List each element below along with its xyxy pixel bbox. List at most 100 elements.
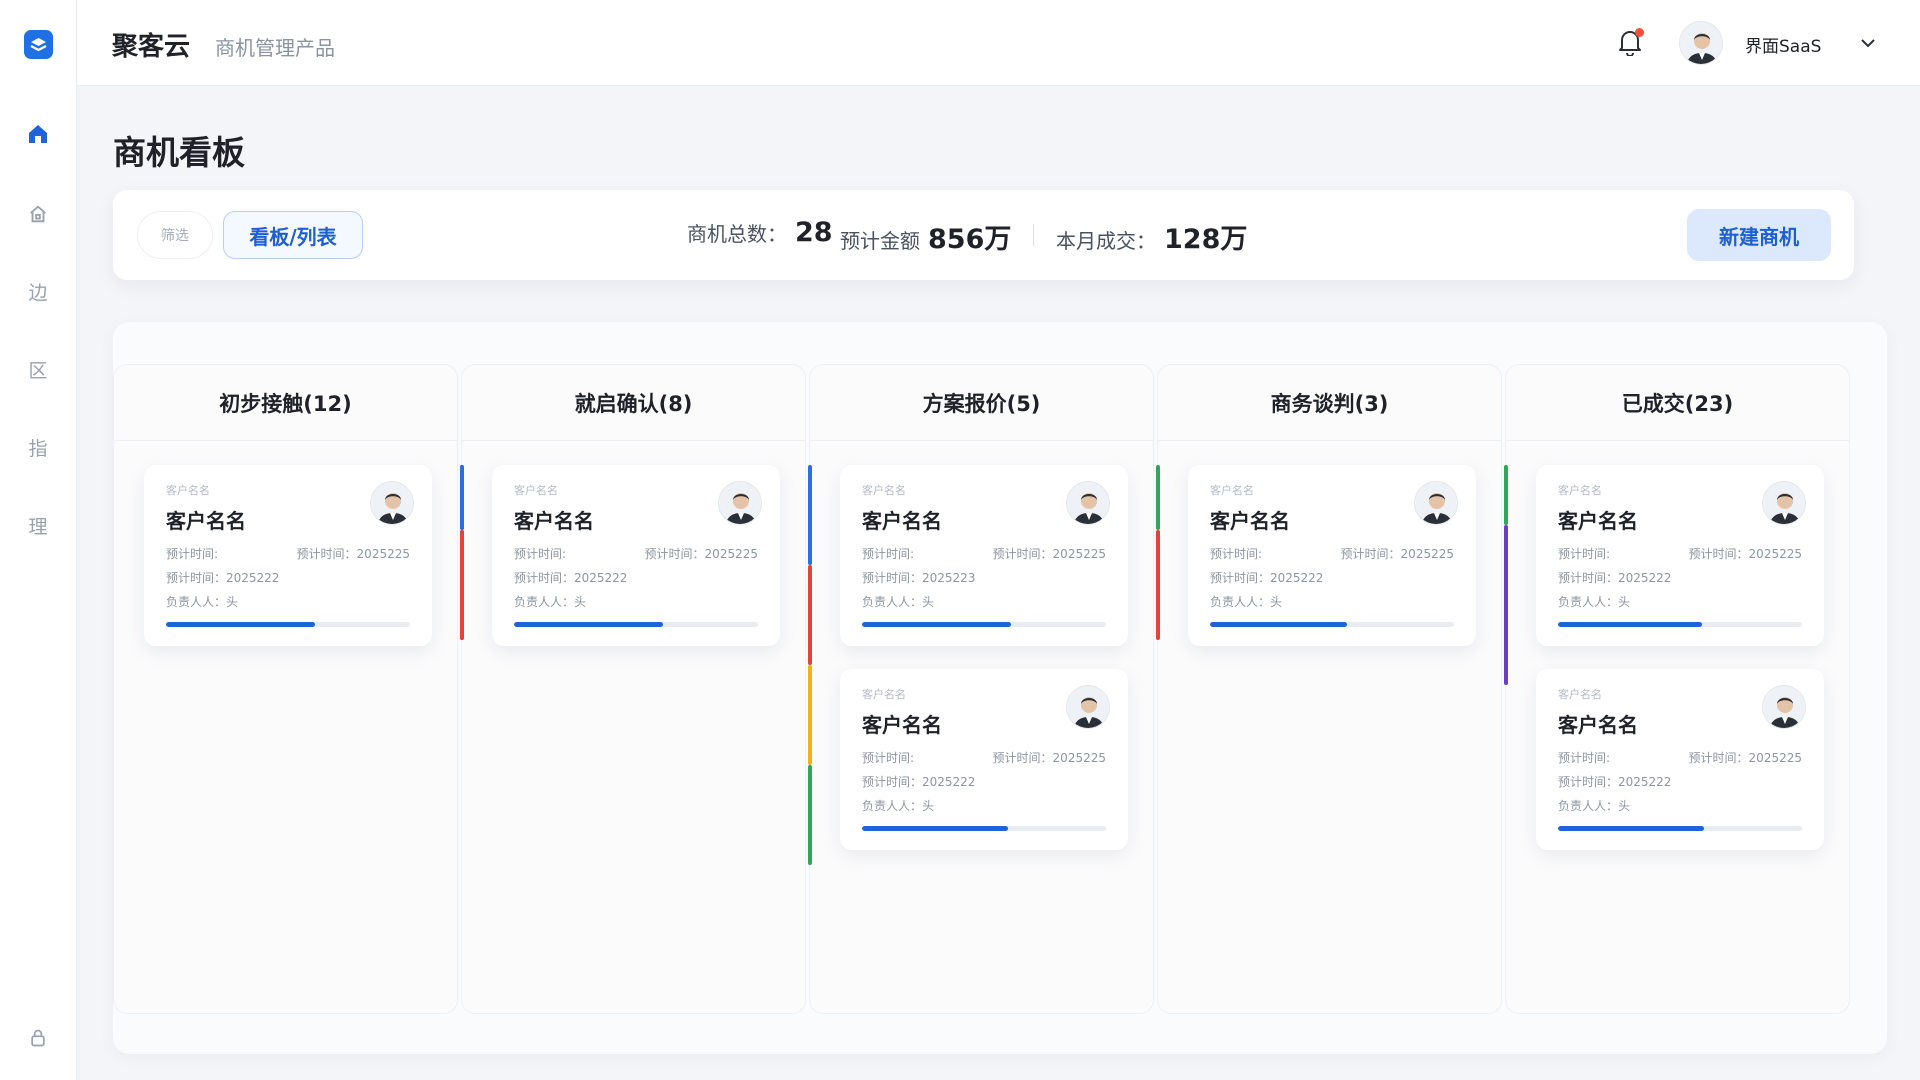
customer-name: 客户名名 — [1210, 509, 1290, 533]
home-icon[interactable] — [22, 118, 54, 150]
nav-guide-icon[interactable]: 指 — [22, 431, 54, 463]
card-date: 预计时间：2025222 — [1210, 571, 1324, 585]
brand-name: 聚客云 — [112, 32, 191, 62]
card-tag: 客户名名 — [514, 484, 558, 497]
stat-monthly-label: 本月成交： — [1056, 229, 1156, 253]
notification-bell-icon[interactable] — [1617, 28, 1647, 58]
kanban-column: 商务谈判(3) 客户名名 客户名名 预计时间: 预计时间：2025225 预计时间：202… — [1156, 364, 1502, 1014]
card-time-label: 预计时间: — [862, 751, 915, 765]
stage-rail-segment — [808, 665, 812, 765]
progress-fill — [514, 622, 663, 627]
nav-manage-icon[interactable]: 理 — [22, 509, 54, 541]
stage-rail-segment — [1504, 465, 1508, 525]
opportunity-card[interactable]: 客户名名 客户名名 预计时间: 预计时间：2025225 预计时间：2025222 负责人… — [1188, 465, 1476, 646]
card-owner: 负责人人：头 — [514, 595, 587, 609]
user-avatar[interactable] — [1679, 21, 1723, 65]
stage-rail-segment — [808, 565, 812, 665]
progress-fill — [862, 826, 1009, 831]
kanban-column: 初步接触(12) 客户名名 客户名名 预计时间: 预计时间：2025225 预计时间：20… — [113, 364, 458, 1014]
opportunity-card[interactable]: 客户名名 客户名名 预计时间: 预计时间：2025225 预计时间：2025222 负责人… — [144, 465, 432, 646]
stage-rail-segment — [460, 465, 464, 530]
card-time-label: 预计时间: — [1210, 547, 1263, 561]
customer-name: 客户名名 — [862, 509, 942, 533]
card-time-label: 预计时间: — [514, 547, 567, 561]
card-tag: 客户名名 — [166, 484, 210, 497]
column-title: 已成交(23) — [1506, 365, 1849, 441]
customer-name: 客户名名 — [1558, 713, 1638, 737]
avatar — [1762, 685, 1806, 729]
avatar — [1762, 481, 1806, 525]
opportunity-card[interactable]: 客户名名 客户名名 预计时间: 预计时间：2025225 预计时间：2025223 负责人… — [840, 465, 1128, 646]
view-toggle-button[interactable]: 看板/列表 — [223, 211, 363, 259]
summary-bar: 筛选 看板/列表 商机总数： 28 预计金额 856万 本月成交： 128万 新… — [113, 190, 1854, 280]
card-date: 预计时间：2025222 — [862, 775, 976, 789]
opportunity-card[interactable]: 客户名名 客户名名 预计时间: 预计时间：2025225 预计时间：2025222 负责人… — [1536, 669, 1824, 850]
app-logo-icon[interactable] — [24, 30, 53, 59]
house-outline-icon[interactable] — [22, 198, 54, 230]
progress-bar — [862, 622, 1106, 627]
card-date: 预计时间：2025222 — [166, 571, 280, 585]
avatar — [1679, 21, 1723, 65]
stat-total-label: 商机总数： — [687, 222, 787, 246]
card-time-value: 预计时间：2025225 — [1688, 547, 1802, 561]
card-time-value: 预计时间：2025225 — [992, 547, 1106, 561]
card-time-label: 预计时间: — [862, 547, 915, 561]
card-date: 预计时间：2025222 — [1558, 775, 1672, 789]
kanban-column: 已成交(23) 客户名名 客户名名 预计时间: 预计时间：2025225 预计时间：202… — [1504, 364, 1850, 1014]
stage-rail-segment — [1156, 530, 1160, 640]
opportunity-card[interactable]: 客户名名 客户名名 预计时间: 预计时间：2025225 预计时间：2025222 负责人… — [840, 669, 1128, 850]
stage-rail-segment — [1504, 525, 1508, 685]
avatar — [1414, 481, 1458, 525]
card-time-label: 预计时间: — [1558, 751, 1611, 765]
nav-edge-icon[interactable]: 边 — [22, 275, 54, 307]
sidebar: 边 区 指 理 — [0, 0, 77, 1080]
card-time-value: 预计时间：2025225 — [1340, 547, 1454, 561]
opportunity-card[interactable]: 客户名名 客户名名 预计时间: 预计时间：2025225 预计时间：2025222 负责人… — [492, 465, 780, 646]
card-date: 预计时间：2025223 — [862, 571, 976, 585]
stat-total: 商机总数： 28 — [687, 217, 833, 248]
card-owner: 负责人人：头 — [166, 595, 239, 609]
progress-bar — [862, 826, 1106, 831]
progress-fill — [166, 622, 315, 627]
progress-bar — [1558, 826, 1802, 831]
column-title: 就启确认(8) — [462, 365, 805, 441]
avatar — [718, 481, 762, 525]
card-time-value: 预计时间：2025225 — [644, 547, 758, 561]
progress-bar — [166, 622, 410, 627]
stage-rail-segment — [1156, 465, 1160, 530]
lock-icon[interactable] — [22, 1022, 54, 1054]
card-tag: 客户名名 — [1210, 484, 1254, 497]
card-date: 预计时间：2025222 — [514, 571, 628, 585]
card-tag: 客户名名 — [862, 484, 906, 497]
stat-amount: 预计金额 856万 — [840, 217, 1011, 256]
card-tag: 客户名名 — [862, 688, 906, 701]
chevron-down-icon[interactable] — [1859, 34, 1877, 52]
kanban-board: 初步接触(12) 客户名名 客户名名 预计时间: 预计时间：2025225 预计时间：20… — [113, 322, 1887, 1054]
avatar — [1066, 481, 1110, 525]
card-tag: 客户名名 — [1558, 688, 1602, 701]
card-owner: 负责人人：头 — [862, 595, 935, 609]
new-opportunity-button[interactable]: 新建商机 — [1687, 209, 1831, 261]
filter-button[interactable]: 筛选 — [137, 211, 213, 259]
stat-total-value: 28 — [795, 217, 833, 248]
avatar — [370, 481, 414, 525]
progress-bar — [1558, 622, 1802, 627]
stat-divider — [1033, 224, 1034, 246]
user-name[interactable]: 界面SaaS — [1745, 32, 1821, 57]
card-owner: 负责人人：头 — [1558, 595, 1631, 609]
notification-dot — [1635, 28, 1644, 37]
card-owner: 负责人人：头 — [862, 799, 935, 813]
card-time-value: 预计时间：2025225 — [296, 547, 410, 561]
stage-rail-segment — [808, 465, 812, 565]
column-title: 方案报价(5) — [810, 365, 1153, 441]
stat-monthly: 本月成交： 128万 — [1056, 217, 1247, 256]
top-bar: 聚客云 商机管理产品 界面SaaS — [77, 0, 1920, 86]
customer-name: 客户名名 — [166, 509, 246, 533]
brand-subtitle: 商机管理产品 — [215, 36, 335, 60]
column-title: 商务谈判(3) — [1158, 365, 1501, 441]
stat-amount-label: 预计金额 — [840, 229, 920, 253]
progress-bar — [514, 622, 758, 627]
opportunity-card[interactable]: 客户名名 客户名名 预计时间: 预计时间：2025225 预计时间：2025222 负责人… — [1536, 465, 1824, 646]
nav-zone-icon[interactable]: 区 — [22, 353, 54, 385]
stage-rail-segment — [808, 765, 812, 865]
